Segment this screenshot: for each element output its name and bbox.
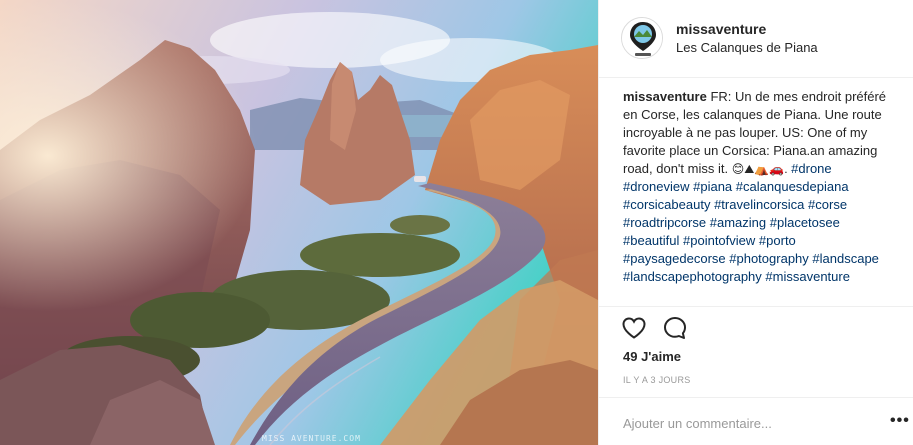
comment-bubble-icon bbox=[664, 317, 686, 339]
hashtag-link[interactable]: #corse bbox=[808, 197, 847, 212]
like-button[interactable] bbox=[621, 315, 647, 341]
post-date[interactable]: IL Y A 3 JOURS bbox=[623, 375, 691, 385]
post-photo[interactable]: MISS AVENTURE.COM bbox=[0, 0, 598, 445]
heart-icon bbox=[622, 317, 646, 339]
post-caption: missaventure FR: Un de mes endroit préfé… bbox=[623, 88, 895, 304]
hashtag-link[interactable]: #calanquesdepiana bbox=[736, 179, 849, 194]
hashtag-link[interactable]: #piana bbox=[693, 179, 732, 194]
header-username[interactable]: missaventure bbox=[676, 21, 766, 37]
hashtag-link[interactable]: #paysagedecorse bbox=[623, 251, 726, 266]
post-side-panel: missaventure Les Calanques de Piana miss… bbox=[598, 0, 913, 445]
hashtag-link[interactable]: #corsicabeauty bbox=[623, 197, 710, 212]
like-count[interactable]: 49 J'aime bbox=[623, 349, 681, 364]
comment-input[interactable] bbox=[623, 414, 863, 432]
hashtag-link[interactable]: #placetosee bbox=[770, 215, 840, 230]
comment-divider bbox=[599, 397, 913, 398]
caption-divider bbox=[599, 306, 913, 307]
more-options-button[interactable]: ••• bbox=[890, 412, 910, 430]
avatar-logo-icon bbox=[622, 18, 662, 58]
caption-username[interactable]: missaventure bbox=[623, 89, 707, 104]
caption-emojis: 😊⛰⛺🚗. bbox=[731, 162, 788, 176]
hashtag-link[interactable]: #travelincorsica bbox=[714, 197, 804, 212]
hashtag-link[interactable]: #missaventure bbox=[765, 269, 850, 284]
corsica-road-landscape-image bbox=[0, 0, 598, 445]
post-location[interactable]: Les Calanques de Piana bbox=[676, 40, 818, 55]
hashtag-link[interactable]: #droneview bbox=[623, 179, 690, 194]
post-header: missaventure Les Calanques de Piana bbox=[599, 0, 913, 78]
hashtag-link[interactable]: #roadtripcorse bbox=[623, 215, 706, 230]
hashtag-link[interactable]: #amazing bbox=[710, 215, 766, 230]
hashtag-link[interactable]: #photography bbox=[729, 251, 809, 266]
hashtag-link[interactable]: #landscapephotography bbox=[623, 269, 762, 284]
hashtag-link[interactable]: #landscape bbox=[812, 251, 879, 266]
comment-button[interactable] bbox=[662, 315, 688, 341]
photo-watermark: MISS AVENTURE.COM bbox=[262, 434, 361, 443]
avatar[interactable] bbox=[621, 17, 663, 59]
hashtag-list: #drone #droneview #piana #calanquesdepia… bbox=[623, 161, 879, 284]
hashtag-link[interactable]: #porto bbox=[759, 233, 796, 248]
hashtag-link[interactable]: #pointofview bbox=[683, 233, 755, 248]
hashtag-link[interactable]: #drone bbox=[791, 161, 831, 176]
hashtag-link[interactable]: #beautiful bbox=[623, 233, 679, 248]
